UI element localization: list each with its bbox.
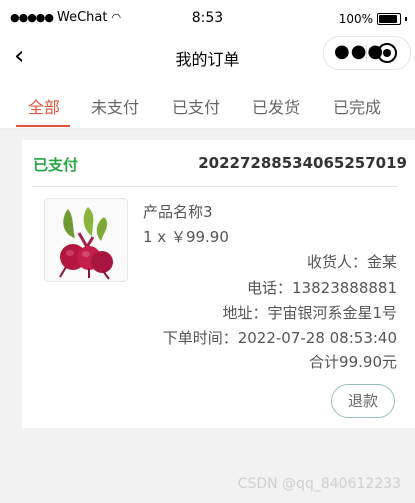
product-name: 产品名称3 xyxy=(143,203,213,221)
order-time-line: 下单时间：2022-07-28 08:53:40 xyxy=(162,329,397,347)
target-icon[interactable] xyxy=(377,43,397,63)
recipient-line: 收货人：金某 xyxy=(306,253,397,271)
beetroot-image xyxy=(59,207,113,280)
tab-paid[interactable]: 已支付 xyxy=(172,94,220,118)
mini-program-capsule: ●●● xyxy=(323,36,411,70)
navigation-bar: ‹ 我的订单 ●●● xyxy=(0,36,415,78)
address-line: 地址：宇宙银河系金星1号 xyxy=(222,304,397,322)
tab-shipped[interactable]: 已发货 xyxy=(252,94,300,118)
order-number: 20227288534065257019 xyxy=(198,154,407,172)
refund-button[interactable]: 退款 xyxy=(331,384,395,418)
order-total-line: 合计99.90元 xyxy=(309,353,397,371)
tab-completed[interactable]: 已完成 xyxy=(333,94,381,118)
battery-icon xyxy=(377,13,401,25)
order-tabs: 全部 未支付 已支付 已发货 已完成 xyxy=(0,78,415,129)
card-divider xyxy=(32,186,398,187)
status-bar: ●●●●● WeChat ◠ 8:53 100% xyxy=(0,0,415,36)
tab-all[interactable]: 全部 xyxy=(28,94,60,118)
order-status-badge: 已支付 xyxy=(33,156,79,174)
battery-label: 100% xyxy=(338,12,373,26)
battery-status: 100% xyxy=(339,12,407,26)
tab-unpaid[interactable]: 未支付 xyxy=(91,94,139,118)
phone-line: 电话：13823888881 xyxy=(247,279,397,297)
capsule-divider xyxy=(366,45,367,61)
product-quantity-price: 1 x ￥99.90 xyxy=(143,228,229,246)
watermark: CSDN @qq_840612233 xyxy=(237,476,401,492)
active-tab-indicator xyxy=(16,125,70,127)
battery-cap xyxy=(405,17,407,21)
product-image xyxy=(44,198,128,282)
order-card: 已支付 20227288534065257019 产品名称3 1 x ￥99.9… xyxy=(22,140,415,428)
